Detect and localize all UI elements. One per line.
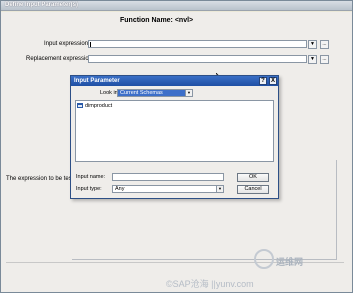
input-expression-label: Input expression: [44,41,90,47]
dialog-title: Input Parameter [74,78,120,84]
ok-button[interactable]: OK [237,173,269,182]
input-expression-field[interactable] [88,40,307,48]
chevron-down-icon: ▼ [310,41,315,47]
ellipsis-label: ... [322,56,327,62]
watermark-site-name: 运维网 [276,257,304,267]
input-type-label: Input type: [76,186,102,192]
look-in-select[interactable]: Current Schemas ▼ [117,89,193,97]
watermark-logo [254,249,274,269]
list-item[interactable]: dimproduct [77,102,112,109]
input-expression-dropdown-button[interactable]: ▼ [308,40,317,49]
input-expression-browse-button[interactable]: ... [320,40,329,49]
input-name-field[interactable] [112,173,224,181]
window-title: Define Input Parameter(s) [5,2,79,8]
chevron-down-icon: ▼ [185,90,192,96]
chevron-down-icon: ▼ [216,186,223,192]
cancel-button[interactable]: Cancel [237,185,269,194]
close-button[interactable]: X [269,77,277,85]
chevron-down-icon: ▼ [310,56,315,62]
dialog-titlebar: Input Parameter ? X [71,76,278,86]
schema-object-list[interactable]: dimproduct [75,100,274,162]
ellipsis-label: ... [322,41,327,47]
help-button[interactable]: ? [259,77,267,85]
watermark-text: ©SAP沧海 ||yunv.com [166,279,254,289]
list-item-label: dimproduct [85,102,113,109]
replacement-expression-field[interactable] [88,55,307,63]
replacement-expression-browse-button[interactable]: ... [320,55,329,64]
input-name-label: Input name: [76,174,106,180]
text-caret [90,42,91,47]
input-type-value: Any [115,186,125,192]
function-name-heading: Function Name: <nvl> [120,17,194,24]
input-type-select[interactable]: Any ▼ [112,185,224,193]
replacement-expression-label: Replacement expression: [26,56,94,62]
expression-test-label: The expression to be teste [6,176,77,182]
look-in-value: Current Schemas [120,90,163,96]
replacement-expression-dropdown-button[interactable]: ▼ [308,55,317,64]
window-titlebar: Define Input Parameter(s) [1,1,352,11]
input-parameter-dialog: Input Parameter ? X Look in: Current Sch… [70,75,279,199]
table-icon [77,103,83,108]
